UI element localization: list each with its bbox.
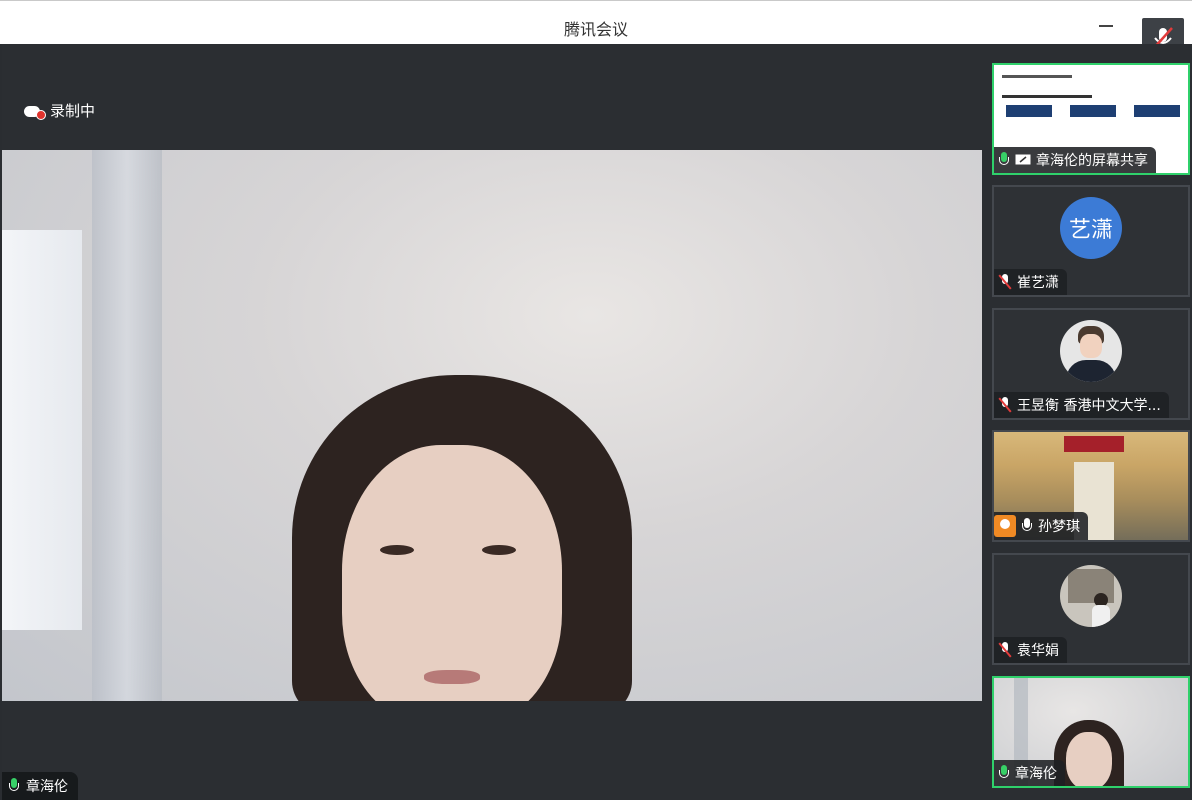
recording-label: 录制中: [50, 102, 96, 120]
tile-screen-share[interactable]: 章海伦的屏幕共享: [992, 63, 1190, 175]
tile-label: 袁华娟: [994, 637, 1067, 663]
user-icon: [994, 515, 1016, 537]
avatar: [1060, 565, 1122, 627]
title-bar: 腾讯会议: [0, 0, 1192, 44]
recording-indicator: 录制中: [24, 100, 95, 121]
tile-participant[interactable]: 王昱衡 香港中文大学...: [992, 308, 1190, 420]
window-title: 腾讯会议: [563, 20, 628, 39]
participant-figure: [292, 375, 652, 701]
participant-sidebar: 章海伦的屏幕共享 艺潇 崔艺潇 王昱衡 香港中文大学... 孙梦琪 袁华娟 章海…: [982, 44, 1192, 800]
mic-muted-icon: [998, 274, 1012, 290]
main-video[interactable]: [2, 150, 982, 701]
tile-label: 章海伦: [994, 760, 1065, 786]
screen-share-icon: [1015, 154, 1031, 165]
main-video-name-tag: 章海伦: [2, 772, 78, 800]
mic-on-icon: [8, 778, 20, 794]
mic-icon: [1021, 518, 1033, 534]
tile-self-video[interactable]: 章海伦: [992, 676, 1190, 788]
minimize-icon[interactable]: [1096, 13, 1118, 33]
window-background: [2, 230, 82, 630]
cloud-record-icon: [24, 104, 46, 120]
mic-muted-icon: [998, 642, 1012, 658]
mic-on-icon: [998, 765, 1010, 781]
tile-label: 王昱衡 香港中文大学...: [994, 392, 1169, 418]
tile-participant[interactable]: 袁华娟: [992, 553, 1190, 665]
tile-label: 章海伦的屏幕共享: [994, 147, 1156, 173]
pillar-background: [92, 150, 162, 701]
tile-label: 崔艺潇: [994, 269, 1067, 295]
tile-participant[interactable]: 孙梦琪: [992, 430, 1190, 542]
tile-participant[interactable]: 艺潇 崔艺潇: [992, 185, 1190, 297]
main-participant-name: 章海伦: [26, 779, 68, 795]
mic-muted-icon: [998, 397, 1012, 413]
mic-on-icon: [998, 152, 1010, 168]
avatar: 艺潇: [1060, 197, 1122, 259]
avatar: [1060, 320, 1122, 382]
main-stage: 录制中 章海伦: [2, 44, 982, 800]
tile-label: 孙梦琪: [994, 512, 1088, 540]
